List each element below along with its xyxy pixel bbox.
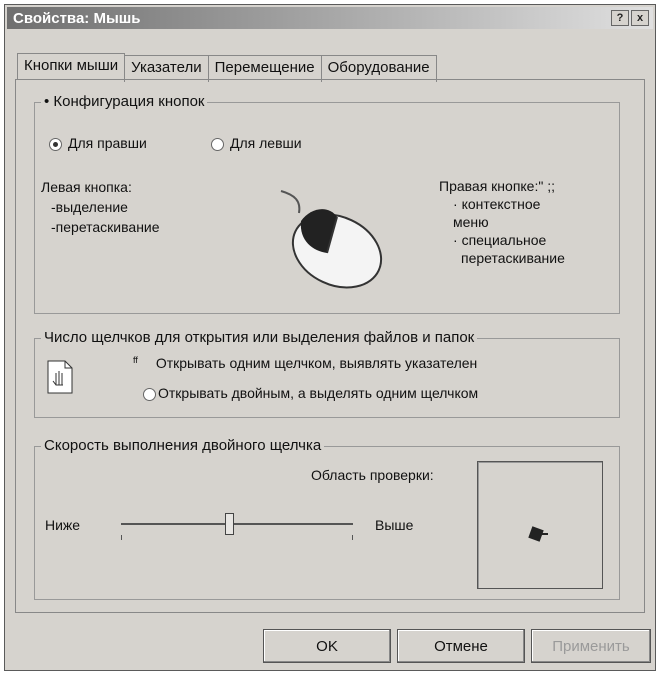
right-button-item-menu: меню xyxy=(453,214,489,230)
single-click-label: Открывать одним щелчком, выявлять указат… xyxy=(155,355,478,371)
right-button-item-special: специальное xyxy=(461,232,547,248)
right-button-item-context: контекстное xyxy=(461,196,541,212)
double-click-speed-group: Скорость выполнения двойного щелчка Обла… xyxy=(34,437,620,600)
tab-strip: Кнопки мыши Указатели Перемещение Оборуд… xyxy=(17,53,437,82)
tab-pointers[interactable]: Указатели xyxy=(124,55,209,82)
right-handed-label: Для правши xyxy=(68,135,147,151)
test-area-label: Область проверки: xyxy=(311,467,434,483)
slider-thumb[interactable] xyxy=(225,513,234,535)
window-title: Свойства: Мышь xyxy=(13,9,141,27)
right-button-item-drag: перетаскивание xyxy=(461,250,565,266)
click-mode-legend: Число щелчков для открытия или выделения… xyxy=(41,329,478,346)
radio-empty-icon xyxy=(143,387,156,401)
tab-buttons[interactable]: Кнопки мыши xyxy=(17,53,126,80)
fast-label: Выше xyxy=(375,517,414,533)
cancel-button[interactable]: Отмене xyxy=(397,629,525,663)
folder-hand-icon xyxy=(47,360,73,394)
slow-label: Ниже xyxy=(45,517,81,533)
slider-track xyxy=(121,523,353,525)
button-config-legend-text: Конфигурация кнопок xyxy=(53,93,205,110)
left-button-item-select: -выделение xyxy=(51,199,128,215)
right-handed-radio[interactable]: Для правши xyxy=(49,135,147,151)
slider-tick-min xyxy=(121,535,122,540)
apply-button[interactable]: Применить xyxy=(531,629,651,663)
mouse-properties-dialog: Свойства: Мышь ? x Кнопки мыши Указатели… xyxy=(4,4,656,671)
left-handed-radio[interactable]: Для левши xyxy=(211,135,302,151)
help-button[interactable]: ? xyxy=(611,10,629,26)
button-config-legend: • Конфигурация кнопок xyxy=(41,93,208,110)
title-bar: Свойства: Мышь ? x xyxy=(7,7,653,29)
click-mode-group: Число щелчков для открытия или выделения… xyxy=(34,329,620,418)
left-button-item-drag: -перетаскивание xyxy=(51,219,160,235)
right-button-info: Правая кнопке:" ;; · контекстное меню · … xyxy=(439,178,565,266)
right-button-title: Правая кнопке:" ;; xyxy=(439,178,555,194)
tab-hardware[interactable]: Оборудование xyxy=(320,55,437,82)
left-handed-label: Для левши xyxy=(230,135,302,151)
mouse-icon xyxy=(280,190,383,289)
close-button[interactable]: x xyxy=(631,10,649,26)
double-click-label: Открывать двойным, а выделять одним щелч… xyxy=(158,385,479,401)
radio-empty-icon xyxy=(211,137,224,151)
radio-selected-icon xyxy=(49,137,62,151)
ok-button[interactable]: OK xyxy=(263,629,391,663)
speed-slider[interactable] xyxy=(121,511,353,543)
single-click-option[interactable]: ff Открывать одним щелчком, выявлять указ… xyxy=(133,355,477,371)
box-latch-icon xyxy=(542,533,548,535)
tab-panel: • Конфигурация кнопок Для правши Для лев… xyxy=(15,79,645,613)
button-config-group: • Конфигурация кнопок Для правши Для лев… xyxy=(34,93,620,314)
speed-legend: Скорость выполнения двойного щелчка xyxy=(41,437,325,454)
double-click-option[interactable]: Открывать двойным, а выделять одним щелч… xyxy=(143,385,478,401)
left-button-info: Левая кнопка: -выделение -перетаскивание xyxy=(41,177,160,237)
radio-empty-icon: ff xyxy=(133,355,138,365)
test-area-box[interactable] xyxy=(477,461,603,589)
slider-tick-max xyxy=(352,535,353,540)
tab-motion[interactable]: Перемещение xyxy=(207,55,322,82)
left-button-title: Левая кнопка: xyxy=(41,179,132,195)
